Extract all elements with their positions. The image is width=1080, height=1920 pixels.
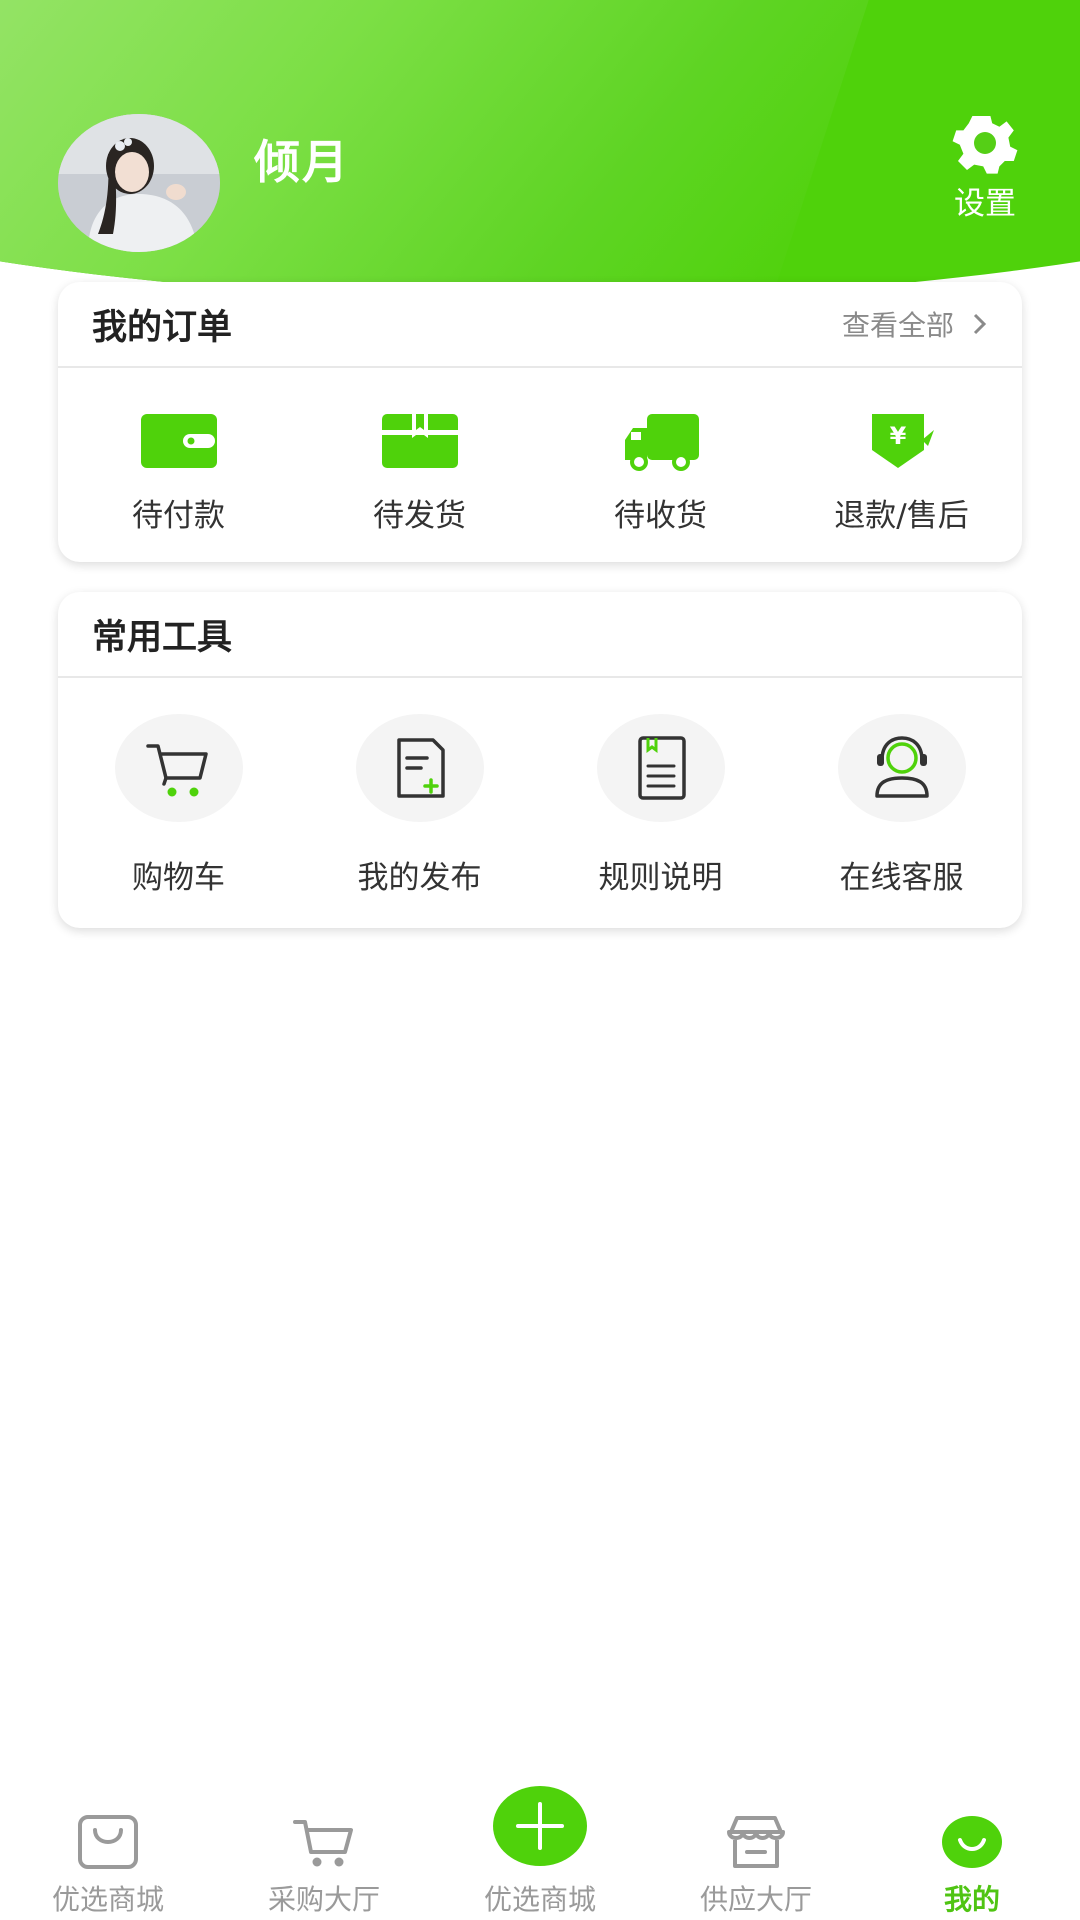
svg-text:¥: ¥ — [889, 422, 906, 450]
customer-service-icon — [874, 736, 929, 798]
nav-label: 供应大厅 — [699, 1883, 812, 1916]
tool-icon-circle — [596, 714, 725, 822]
tool-icon-circle — [114, 714, 243, 822]
avatar-image — [58, 114, 220, 252]
nav-item-supply-hall[interactable]: 供应大厅 — [666, 1786, 846, 1920]
order-item-label: 退款/售后 — [834, 498, 969, 534]
publish-icon — [396, 738, 445, 798]
bag-icon — [78, 1815, 138, 1869]
tools-row: 购物车 我的发布 规则说明 在线客服 — [58, 678, 1022, 897]
cart-icon — [293, 1820, 353, 1867]
order-item-label: 待收货 — [614, 498, 707, 534]
rules-icon — [637, 736, 686, 800]
bottom-nav: 优选商城 采购大厅 优选商城 供应大厅 我的 — [0, 1786, 1080, 1920]
tool-my-posts[interactable]: 我的发布 — [299, 714, 540, 897]
order-pending-payment[interactable]: 待付款 — [58, 410, 299, 535]
store-icon — [727, 1816, 785, 1868]
plus-icon — [516, 1802, 564, 1850]
tool-icon-circle — [837, 714, 966, 822]
tool-icon-circle — [355, 714, 484, 822]
tool-shopping-cart[interactable]: 购物车 — [58, 714, 299, 897]
refund-icon: ¥ — [871, 414, 934, 468]
tool-item-label: 购物车 — [132, 860, 225, 896]
wallet-icon — [140, 414, 217, 468]
profile-screen: 倾月 设置 我的订单 查看全部 待付款 待发货 待收货 ¥ 退款/售后 常用工具… — [0, 0, 1080, 1920]
plus-button[interactable] — [493, 1786, 587, 1866]
order-refund-aftersale[interactable]: ¥ 退款/售后 — [781, 410, 1022, 535]
order-pending-shipment[interactable]: 待发货 — [299, 410, 540, 535]
orders-row: 待付款 待发货 待收货 ¥ 退款/售后 — [58, 368, 1022, 535]
tool-item-label: 我的发布 — [357, 860, 482, 896]
tool-rules[interactable]: 规则说明 — [540, 714, 781, 897]
chevron-right-icon — [973, 313, 987, 335]
tools-card: 常用工具 购物车 我的发布 规则说明 在线客服 — [58, 592, 1022, 928]
nav-item-mine[interactable]: 我的 — [882, 1786, 1062, 1920]
orders-card: 我的订单 查看全部 待付款 待发货 待收货 ¥ 退款/售后 — [58, 282, 1022, 562]
nav-label: 我的 — [943, 1883, 1000, 1916]
orders-card-header: 我的订单 查看全部 — [58, 282, 1022, 368]
avatar[interactable] — [58, 114, 220, 252]
nav-item-publish[interactable]: 优选商城 — [450, 1786, 630, 1920]
order-pending-receipt[interactable]: 待收货 — [540, 410, 781, 535]
nav-item-preferred-mall[interactable]: 优选商城 — [18, 1786, 198, 1920]
tool-item-label: 规则说明 — [598, 860, 723, 896]
truck-icon — [624, 414, 699, 471]
view-all-orders-link[interactable]: 查看全部 — [842, 304, 988, 344]
smile-icon — [942, 1816, 1002, 1868]
settings-label: 设置 — [954, 186, 1016, 222]
tool-online-support[interactable]: 在线客服 — [781, 714, 1022, 897]
view-all-label: 查看全部 — [841, 309, 954, 342]
tools-title: 常用工具 — [92, 617, 233, 658]
username: 倾月 — [254, 135, 350, 189]
order-item-label: 待付款 — [132, 498, 225, 534]
nav-label: 优选商城 — [51, 1883, 164, 1916]
tools-card-header: 常用工具 — [58, 592, 1022, 678]
orders-title: 我的订单 — [92, 307, 233, 348]
gear-icon — [952, 116, 1018, 174]
cart-icon — [145, 744, 208, 797]
order-item-label: 待发货 — [373, 498, 466, 534]
tool-item-label: 在线客服 — [839, 860, 964, 896]
settings-button[interactable]: 设置 — [940, 112, 1030, 223]
package-icon — [381, 414, 458, 468]
nav-item-purchase-hall[interactable]: 采购大厅 — [234, 1786, 414, 1920]
nav-label: 采购大厅 — [267, 1883, 380, 1916]
nav-label: 优选商城 — [483, 1883, 596, 1916]
